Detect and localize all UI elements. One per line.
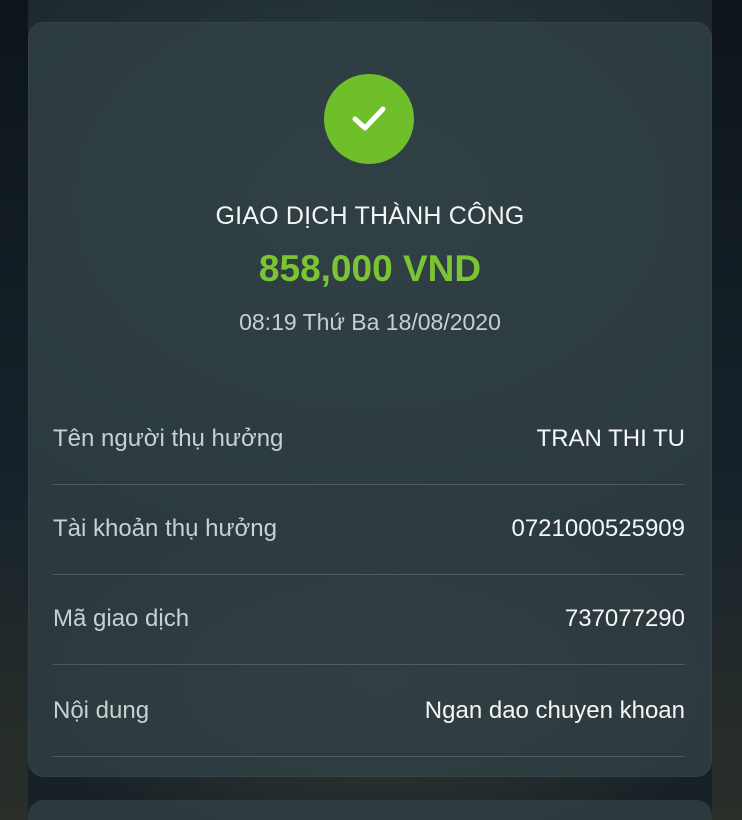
secondary-card [28, 800, 712, 820]
check-icon [352, 106, 386, 131]
detail-label: Tài khoản thụ hưởng [53, 515, 277, 542]
transaction-receipt-card: GIAO DỊCH THÀNH CÔNG 858,000 VND 08:19 T… [28, 22, 712, 777]
detail-row-beneficiary-account: Tài khoản thụ hưởng 0721000525909 [53, 485, 685, 575]
transaction-datetime: 08:19 Thứ Ba 18/08/2020 [239, 309, 501, 335]
screen-edge-right [712, 0, 742, 820]
detail-row-transaction-id: Mã giao dịch 737077290 [53, 575, 685, 665]
detail-value: TRAN THI TU [536, 425, 685, 452]
transaction-amount: 858,000 VND [258, 248, 482, 289]
detail-label: Tên người thụ hưởng [53, 425, 284, 452]
detail-value: Ngan dao chuyen khoan [424, 697, 685, 724]
detail-row-beneficiary-name: Tên người thụ hưởng TRAN THI TU [53, 395, 685, 485]
transaction-status-title: GIAO DỊCH THÀNH CÔNG [215, 202, 525, 230]
detail-row-content: Nội dung Ngan dao chuyen khoan [53, 667, 685, 757]
success-badge [324, 74, 414, 164]
detail-label: Mã giao dịch [53, 605, 190, 632]
detail-value: 0721000525909 [511, 515, 685, 542]
detail-value: 737077290 [564, 605, 685, 632]
screen-edge-left [0, 0, 28, 820]
detail-label: Nội dung [53, 697, 150, 724]
